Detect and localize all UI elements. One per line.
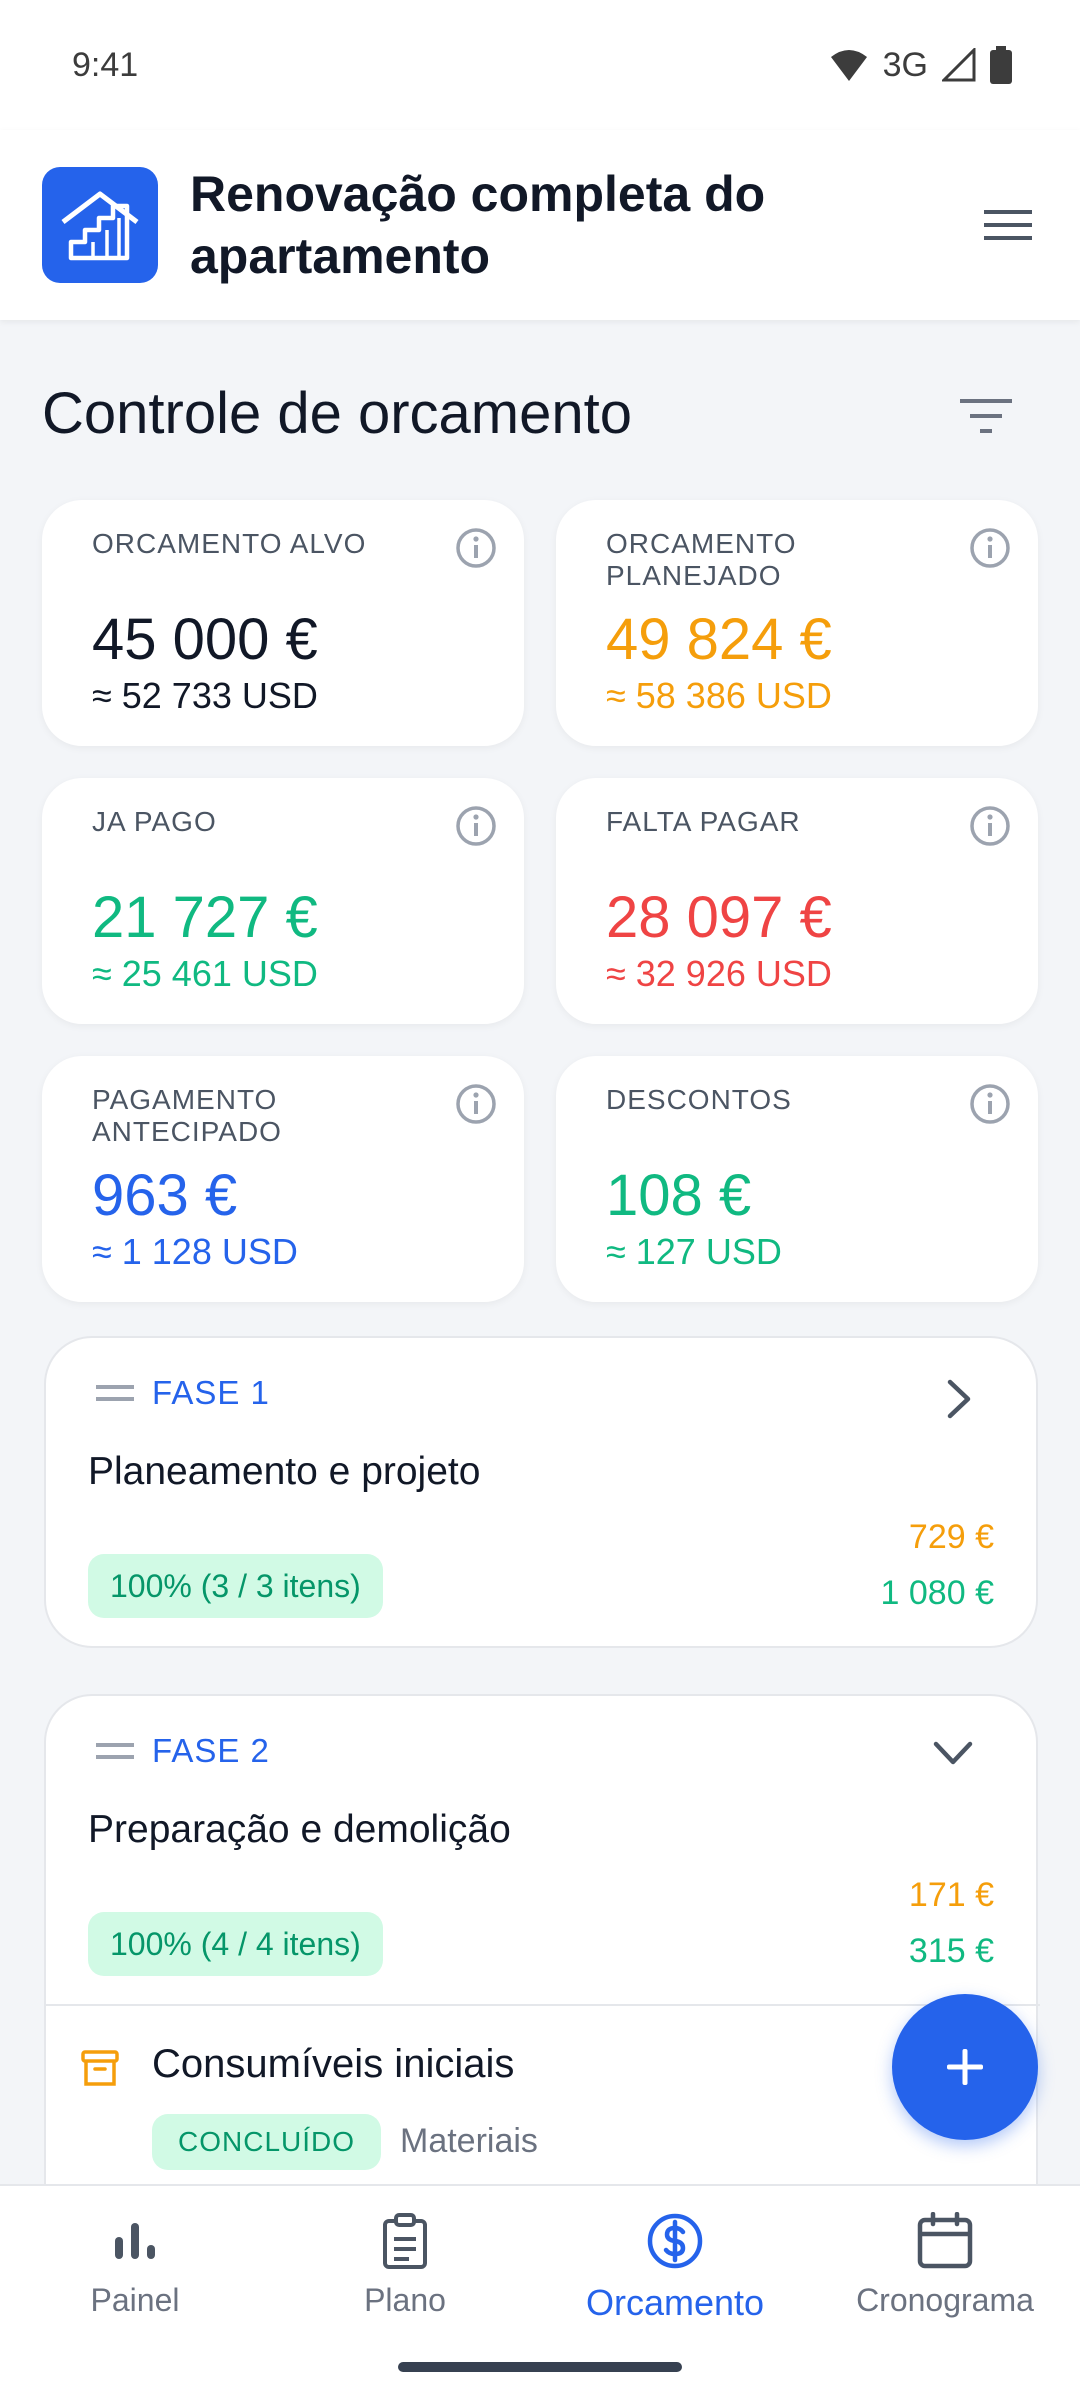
hamburger-menu-icon	[984, 210, 1032, 240]
info-icon[interactable]	[454, 1082, 498, 1126]
stat-usd: ≈ 1 128 USD	[92, 1231, 298, 1272]
nav-item-plano[interactable]: Plano	[270, 2206, 540, 2319]
drag-handle-icon[interactable]	[96, 1383, 134, 1403]
stat-amount: 49 824 €	[606, 607, 832, 672]
plus-icon	[947, 2049, 983, 2085]
status-time: 9:41	[72, 45, 139, 84]
stat-usd: ≈ 58 386 USD	[606, 675, 832, 716]
menu-button[interactable]	[978, 195, 1038, 255]
battery-icon	[990, 46, 1012, 84]
wifi-icon	[830, 50, 867, 81]
phase-name: Preparação e demolição	[88, 1808, 511, 1851]
phase-card-2[interactable]: FASE 2 Preparação e demolição 171 € 100%…	[44, 1694, 1040, 2254]
phase-name: Planeamento e projeto	[88, 1450, 481, 1493]
filter-button[interactable]	[950, 388, 1022, 444]
info-icon[interactable]	[968, 1082, 1012, 1126]
phase-paid-amount: 315 €	[908, 1932, 994, 1970]
dollar-circle-icon	[647, 2213, 703, 2269]
stat-card-prepayment[interactable]: PAGAMENTO ANTECIPADO 963 € ≈ 1 128 USD	[42, 1056, 524, 1302]
section-title: Controle de orcamento	[42, 381, 632, 446]
nav-item-painel[interactable]: Painel	[0, 2206, 270, 2319]
phase-header: FASE 1	[96, 1374, 270, 1412]
status-icons: 3G	[829, 46, 1012, 85]
phase-card-1[interactable]: FASE 1 Planeamento e projeto 729 € 100% …	[44, 1336, 1038, 1648]
nav-label: Cronograma	[856, 2282, 1034, 2318]
nav-item-cronograma[interactable]: Cronograma	[810, 2206, 1080, 2319]
nav-item-orcamento[interactable]: Orcamento	[540, 2206, 810, 2324]
stat-amount: 28 097 €	[606, 885, 832, 950]
item-title: Consumíveis iniciais	[152, 2042, 515, 2086]
calendar-icon	[917, 2212, 973, 2269]
stat-amount: 21 727 €	[92, 885, 318, 950]
stat-card-paid[interactable]: JA PAGO 21 727 € ≈ 25 461 USD	[42, 778, 524, 1024]
status-bar: 9:41 3G	[0, 0, 1080, 130]
stat-label: FALTA PAGAR	[606, 806, 801, 837]
budget-item[interactable]: Consumíveis iniciais CONCLUÍDO Materiais	[46, 2004, 1040, 2204]
info-icon[interactable]	[968, 804, 1012, 848]
stat-label: ORCAMENTO PLANEJADO	[606, 528, 797, 591]
stat-usd: ≈ 127 USD	[606, 1231, 782, 1272]
phase-paid-amount: 1 080 €	[880, 1574, 994, 1612]
bar-chart-icon	[115, 2223, 155, 2259]
app-bar: Renovação completa do apartamento	[0, 130, 1080, 320]
info-icon[interactable]	[968, 526, 1012, 570]
chevron-down-icon[interactable]	[932, 1740, 974, 1766]
phase-planned-amount: 171 €	[908, 1876, 994, 1914]
network-type: 3G	[882, 45, 928, 84]
project-title: Renovação completa do apartamento	[190, 166, 766, 284]
drag-handle-icon[interactable]	[96, 1741, 134, 1761]
clipboard-icon	[383, 2213, 427, 2269]
stat-card-remaining[interactable]: FALTA PAGAR 28 097 € ≈ 32 926 USD	[556, 778, 1038, 1024]
status-badge: CONCLUÍDO	[152, 2114, 382, 2170]
phase-planned-amount: 729 €	[908, 1518, 994, 1556]
phase-label: FASE 1	[152, 1374, 270, 1411]
stat-usd: ≈ 32 926 USD	[606, 953, 832, 994]
phase-progress-badge: 100% (3 / 3 itens)	[88, 1554, 383, 1618]
stat-label: JA PAGO	[92, 806, 217, 837]
stat-amount: 45 000 €	[92, 607, 318, 672]
nav-label: Orcamento	[585, 2282, 765, 2323]
nav-label: Plano	[364, 2282, 446, 2318]
stat-card-planned-budget[interactable]: ORCAMENTO PLANEJADO 49 824 € ≈ 58 386 US…	[556, 500, 1038, 746]
home-indicator[interactable]	[398, 2362, 682, 2372]
app-logo-icon	[42, 167, 158, 283]
stat-label: ORCAMENTO ALVO	[92, 528, 367, 559]
info-icon[interactable]	[454, 526, 498, 570]
stat-usd: ≈ 52 733 USD	[92, 675, 318, 716]
stat-usd: ≈ 25 461 USD	[92, 953, 318, 994]
phase-header: FASE 2	[96, 1732, 270, 1770]
phase-label: FASE 2	[152, 1732, 270, 1769]
filter-icon	[960, 399, 1012, 433]
info-icon[interactable]	[454, 804, 498, 848]
chevron-right-icon[interactable]	[946, 1378, 972, 1420]
stat-amount: 963 €	[92, 1163, 238, 1228]
stat-card-discounts[interactable]: DESCONTOS 108 € ≈ 127 USD	[556, 1056, 1038, 1302]
phase-progress-badge: 100% (4 / 4 itens)	[88, 1912, 383, 1976]
stat-amount: 108 €	[606, 1163, 752, 1228]
add-item-button[interactable]	[892, 1994, 1038, 2140]
archive-box-icon	[81, 2050, 119, 2086]
item-category: Materiais	[400, 2122, 538, 2160]
stat-card-target-budget[interactable]: ORCAMENTO ALVO 45 000 € ≈ 52 733 USD	[42, 500, 524, 746]
nav-label: Painel	[90, 2282, 180, 2318]
stat-label: PAGAMENTO ANTECIPADO	[92, 1084, 282, 1147]
cell-signal-icon	[942, 48, 976, 82]
stat-label: DESCONTOS	[606, 1084, 792, 1115]
